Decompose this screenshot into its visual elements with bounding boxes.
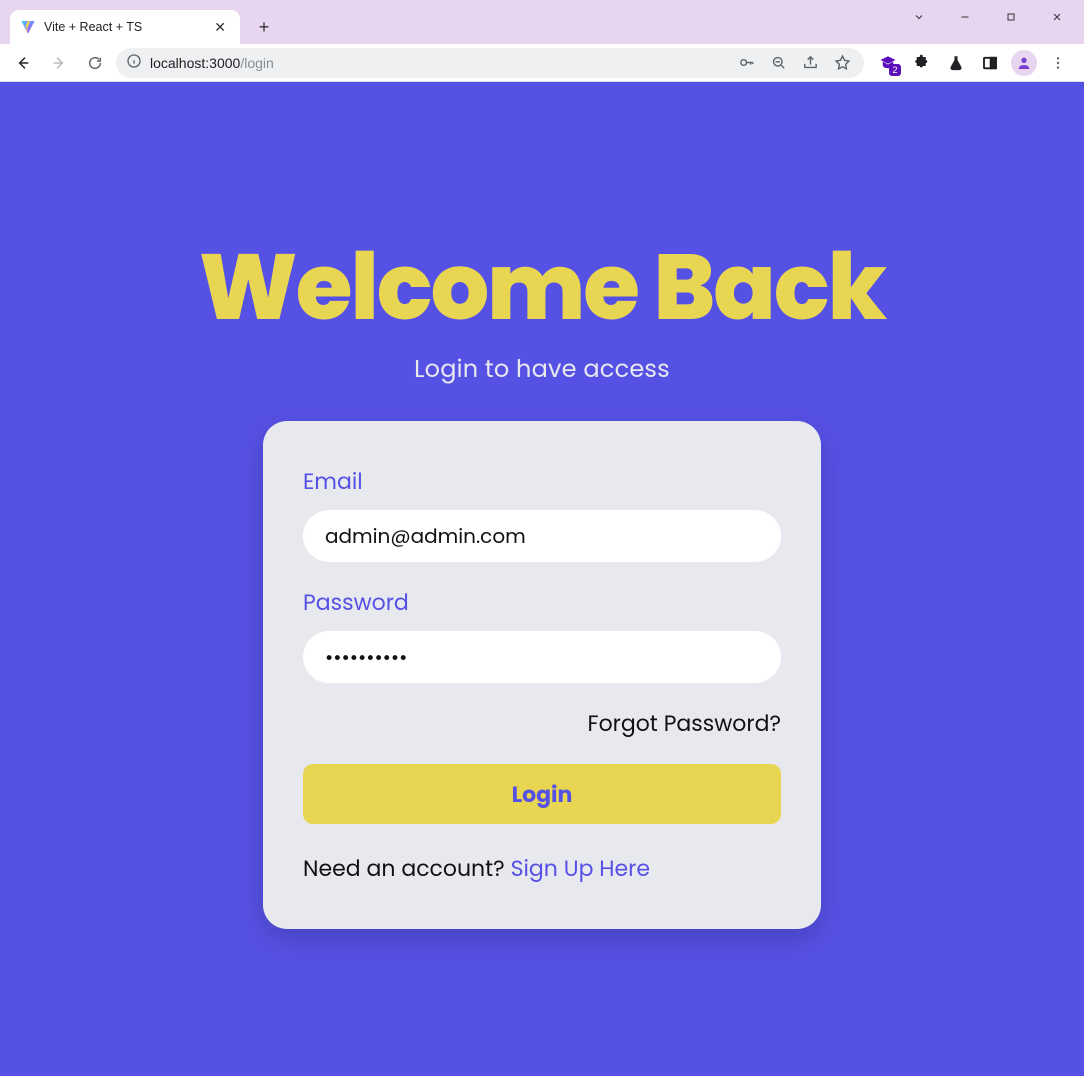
extensions-puzzle-icon[interactable]	[908, 49, 936, 77]
profile-avatar[interactable]	[1010, 49, 1038, 77]
zoom-icon[interactable]	[766, 51, 790, 75]
window-minimize-button[interactable]	[942, 2, 988, 32]
vite-favicon-icon	[20, 19, 36, 35]
signup-row: Need an account? Sign Up Here	[303, 852, 781, 885]
nav-reload-button[interactable]	[80, 48, 110, 78]
new-tab-button[interactable]: +	[250, 13, 278, 41]
nav-forward-button[interactable]	[44, 48, 74, 78]
extension-badge: 2	[889, 64, 901, 76]
nav-back-button[interactable]	[8, 48, 38, 78]
window-close-button[interactable]	[1034, 2, 1080, 32]
password-key-icon[interactable]	[734, 51, 758, 75]
site-info-icon[interactable]	[126, 53, 142, 72]
tab-strip: Vite + React + TS ✕ +	[10, 0, 278, 44]
password-field-group: Password	[303, 586, 781, 683]
signup-link[interactable]: Sign Up Here	[511, 853, 650, 884]
side-panel-icon[interactable]	[976, 49, 1004, 77]
signup-prompt: Need an account?	[303, 853, 511, 884]
extension-flask-icon[interactable]	[942, 49, 970, 77]
extensions-area: 2	[870, 49, 1076, 77]
login-button[interactable]: Login	[303, 764, 781, 824]
avatar-icon	[1011, 50, 1037, 76]
browser-menu-button[interactable]	[1044, 49, 1072, 77]
share-icon[interactable]	[798, 51, 822, 75]
tab-close-icon[interactable]: ✕	[210, 17, 230, 38]
plus-icon: +	[259, 17, 270, 38]
email-field-group: Email	[303, 465, 781, 562]
url-text: localhost:3000/login	[150, 55, 726, 71]
password-label: Password	[303, 586, 781, 619]
browser-tab[interactable]: Vite + React + TS ✕	[10, 10, 240, 44]
titlebar: Vite + React + TS ✕ +	[0, 0, 1084, 44]
login-card: Email Password Forgot Password? Login Ne…	[263, 421, 821, 929]
address-bar[interactable]: localhost:3000/login	[116, 48, 864, 78]
email-input[interactable]	[303, 510, 781, 562]
bookmark-star-icon[interactable]	[830, 51, 854, 75]
window-maximize-button[interactable]	[988, 2, 1034, 32]
tab-title: Vite + React + TS	[44, 20, 202, 34]
page-viewport: Welcome Back Login to have access Email …	[0, 82, 1084, 1076]
forgot-password-row: Forgot Password?	[303, 707, 781, 740]
browser-toolbar: localhost:3000/login 2	[0, 44, 1084, 82]
url-host: localhost:3000	[150, 55, 240, 71]
browser-chrome: Vite + React + TS ✕ +	[0, 0, 1084, 82]
window-controls	[896, 0, 1084, 44]
url-path: /login	[240, 55, 273, 71]
tab-search-button[interactable]	[896, 2, 942, 32]
password-input[interactable]	[303, 631, 781, 683]
email-label: Email	[303, 465, 781, 498]
hero-section: Welcome Back Login to have access	[199, 242, 885, 387]
page-title: Welcome Back	[199, 242, 885, 334]
forgot-password-link[interactable]: Forgot Password?	[587, 708, 781, 739]
extension-graduation-icon[interactable]: 2	[874, 49, 902, 77]
page-subtitle: Login to have access	[199, 352, 885, 387]
